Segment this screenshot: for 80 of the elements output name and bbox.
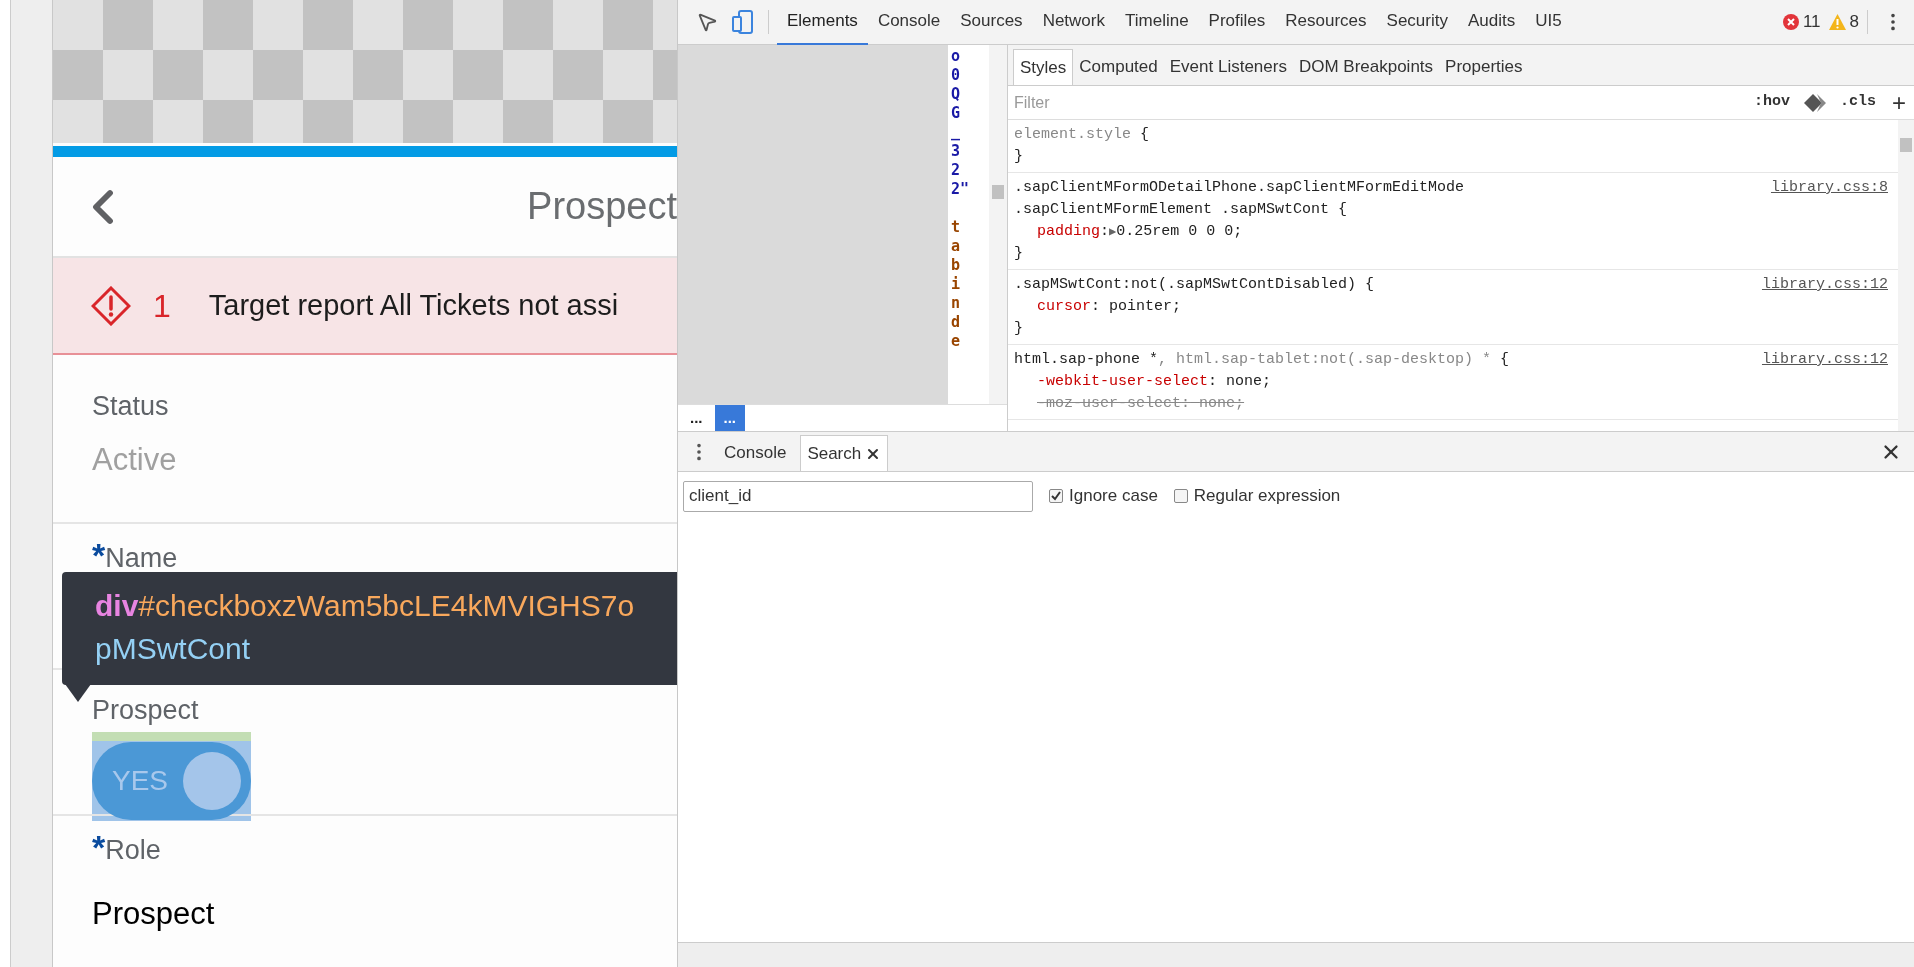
dom-text: 0 [951,66,961,85]
search-field[interactable]: client_id [683,480,1033,512]
panel-tab[interactable]: Audits [1457,0,1526,45]
dom-text: _ [951,123,961,142]
css-selector: { [1499,350,1510,370]
inspect-icon[interactable] [696,11,718,33]
dom-text: 2" [951,180,970,199]
panel-tab[interactable]: Sources [950,0,1033,45]
closing-brace: } [1014,244,1024,264]
error-icon [91,285,131,326]
sidebar-tab[interactable]: Computed [1073,49,1164,85]
css-declaration: cursor: pointer; [1037,297,1182,317]
class-toggle[interactable]: .cls [1839,91,1876,114]
css-selector: .sapClientMFormElement .sapMSwtCont { [1014,200,1348,220]
page-title: Prospect [527,184,677,229]
breadcrumb[interactable]: ... [681,405,712,431]
stylesheet-link[interactable]: library.css:12 [1761,274,1888,296]
field-label: Prospect [92,697,200,724]
panel-tab[interactable]: Security [1376,0,1458,45]
hover-state-toggle[interactable]: :hov [1753,91,1790,114]
tooltip-class-name: pMSwtCont [95,631,252,667]
css-selector: { [1139,125,1150,145]
css-declaration: -webkit-user-select: none; [1037,372,1272,392]
breadcrumb[interactable]: ... [714,405,746,431]
error-icon [1782,14,1799,30]
closing-brace: } [1014,319,1024,339]
checkbox[interactable] [1173,489,1188,503]
filter-field[interactable]: Filter [1008,90,1754,115]
css-selector: .sapClientMFormODetailPhone.sapClientMFormEditMode [1014,178,1465,198]
stylesheet-link[interactable]: library.css:12 [1761,349,1888,371]
dom-text: e [951,332,961,351]
dom-text: 3 [951,142,961,161]
sidebar-tab[interactable]: Styles [1013,49,1074,85]
dom-text: t [951,218,961,237]
dom-text: b [951,256,961,275]
panel-tab[interactable]: Profiles [1198,0,1276,45]
device-toolbar-icon[interactable] [732,10,754,34]
field-value: Prospect [92,898,216,929]
color-format-icon[interactable] [1803,93,1826,112]
warning-count: 8 [1849,11,1859,34]
panel-tab[interactable]: UI5 [1525,0,1572,45]
closing-brace: } [1014,147,1024,167]
panel-tab[interactable]: Resources [1275,0,1377,45]
field-label: *Name [92,538,179,572]
drawer-tab[interactable]: Console [718,435,793,471]
css-declaration: -moz-user-select: none; [1037,394,1245,414]
dom-text: i [951,275,961,294]
field-value: Active [92,444,178,475]
css-selector: html.sap-phone * [1014,350,1159,370]
panel-tab[interactable]: Console [867,0,951,45]
new-rule-button[interactable]: + [1892,90,1906,115]
dom-text: G [951,104,961,123]
switch-knob [183,752,241,810]
field-label: Status [92,393,170,420]
dom-text: Q [951,85,961,104]
panel-tab[interactable]: Timeline [1115,0,1199,45]
tooltip-element-id: div#checkboxzWam5bcLE4kMVIGHS7o [95,588,636,624]
drawer-tab[interactable]: Search [800,435,889,471]
css-selector: , html.sap-tablet:not(.sap-desktop) * [1158,350,1492,370]
css-declaration: padding:▶0.25rem 0 0 0; [1037,222,1243,242]
dom-text: 2 [951,161,961,180]
warning-icon [1828,14,1846,30]
checkbox-label: Ignore case [1069,485,1158,508]
error-count: 11 [1802,11,1821,34]
dom-text: o [951,47,961,66]
field-label: *Role [92,830,162,864]
css-selector: .sapMSwtCont:not(.sapMSwtContDisabled) { [1014,275,1375,295]
error-count: 1 [153,286,171,326]
dom-text: a [951,237,961,256]
error-message: Target report All Tickets not assi [208,287,619,323]
dom-text: d [951,313,961,332]
checkbox[interactable] [1049,489,1063,503]
dom-text: n [951,294,961,313]
checkbox-label: Regular expression [1193,485,1341,508]
sidebar-tab[interactable]: DOM Breakpoints [1292,49,1440,85]
css-selector: element.style [1014,125,1132,145]
stylesheet-link[interactable]: library.css:8 [1770,177,1888,199]
sidebar-tab[interactable]: Properties [1439,49,1529,85]
sidebar-tab[interactable]: Event Listeners [1163,49,1293,85]
panel-tab[interactable]: Network [1032,0,1115,45]
